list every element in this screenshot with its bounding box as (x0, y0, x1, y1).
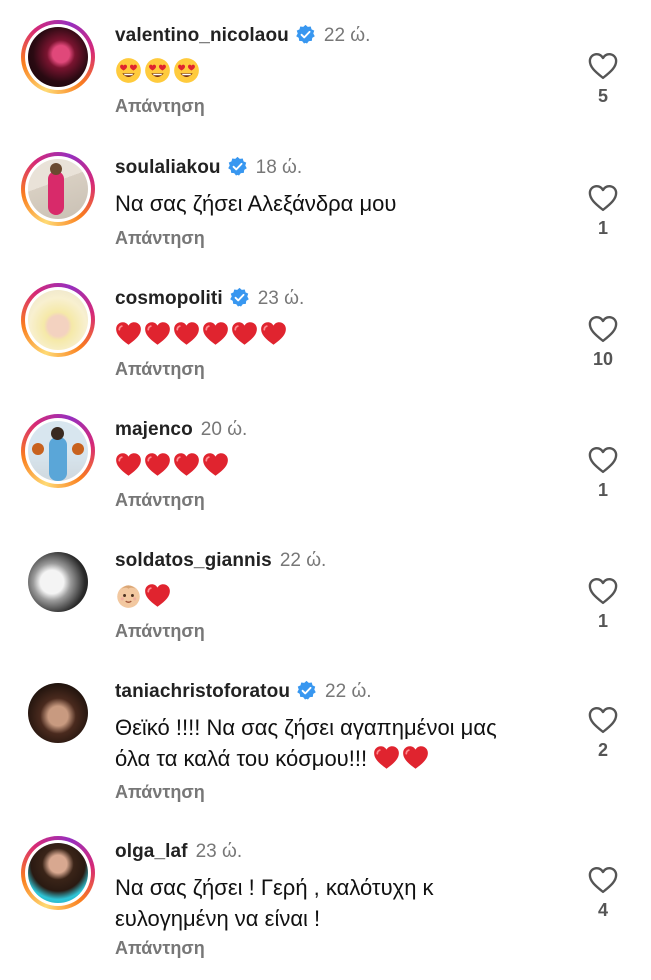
red-heart-emoji-icon (373, 744, 400, 771)
red-heart-emoji-icon (260, 320, 287, 347)
avatar[interactable] (21, 414, 95, 488)
timestamp: 22 ώ. (323, 25, 371, 46)
like-area: 5 (582, 52, 624, 107)
like-heart-icon[interactable] (588, 577, 618, 605)
like-area: 2 (582, 706, 624, 761)
comment-text-line: όλα τα καλά του κόσμου!!! (115, 743, 497, 774)
comment-text (115, 56, 202, 87)
comment-text (115, 450, 231, 481)
red-heart-emoji-icon (202, 451, 229, 478)
timestamp: 23 ώ. (257, 288, 305, 309)
avatar[interactable] (21, 152, 95, 226)
red-heart-emoji-icon (144, 582, 171, 609)
comment-text-line: Θεϊκό !!!! Να σας ζήσει αγαπημένοι μας (115, 715, 497, 740)
username[interactable]: cosmopoliti (115, 288, 223, 309)
username[interactable]: olga_laf (115, 841, 188, 862)
comment-text: Θεϊκό !!!! Να σας ζήσει αγαπημένοι μας ό… (115, 712, 497, 774)
verified-badge-icon (229, 287, 250, 308)
like-area: 1 (582, 184, 624, 239)
comment-text: Να σας ζήσει Αλεξάνδρα μου (115, 191, 397, 216)
comment-header: majenco 20 ώ. (115, 418, 247, 442)
avatar[interactable] (21, 676, 95, 750)
red-heart-emoji-icon (173, 320, 200, 347)
avatar[interactable] (21, 20, 95, 94)
comment-header: olga_laf 23 ώ. (115, 840, 242, 864)
username[interactable]: soldatos_giannis (115, 550, 272, 571)
like-area: 1 (582, 446, 624, 501)
verified-badge-icon (227, 156, 248, 177)
verified-badge-icon (296, 680, 317, 701)
reply-button[interactable]: Απάντηση (115, 96, 205, 117)
timestamp: 18 ώ. (255, 157, 303, 178)
comment-text (115, 319, 289, 350)
baby-emoji-icon (115, 582, 142, 609)
reply-button[interactable]: Απάντηση (115, 359, 205, 380)
comment-text-line: Να σας ζήσει ! Γερή , καλότυχη κ (115, 875, 434, 900)
comment-header: cosmopoliti 23 ώ. (115, 287, 304, 311)
timestamp: 23 ώ. (195, 841, 243, 862)
like-area: 1 (582, 577, 624, 632)
reply-button[interactable]: Απάντηση (115, 228, 205, 249)
like-heart-icon[interactable] (588, 706, 618, 734)
like-count: 10 (592, 349, 614, 369)
timestamp: 22 ώ. (279, 550, 327, 571)
like-count: 5 (597, 86, 608, 106)
red-heart-emoji-icon (144, 320, 171, 347)
like-count: 1 (597, 218, 608, 238)
like-area: 10 (582, 315, 624, 370)
comment-header: soldatos_giannis 22 ώ. (115, 549, 326, 573)
like-heart-icon[interactable] (588, 315, 618, 343)
like-area: 4 (582, 866, 624, 921)
username[interactable]: valentino_nicolaou (115, 25, 289, 46)
like-count: 1 (597, 611, 608, 631)
like-count: 4 (597, 900, 608, 920)
comment-text: Να σας ζήσει ! Γερή , καλότυχη κ ευλογημ… (115, 872, 434, 934)
username[interactable]: majenco (115, 419, 193, 440)
timestamp: 22 ώ. (325, 681, 372, 702)
reply-button[interactable]: Απάντηση (115, 621, 205, 642)
red-heart-emoji-icon (202, 320, 229, 347)
avatar[interactable] (21, 283, 95, 357)
comment-header: taniachristoforatou 22 ώ. (115, 680, 372, 704)
comment-text-line: ευλογημένη να είναι ! (115, 906, 321, 931)
like-count: 1 (597, 480, 608, 500)
comment-text-span: όλα τα καλά του κόσμου!!! (115, 746, 368, 771)
like-heart-icon[interactable] (588, 52, 618, 80)
username[interactable]: soulaliakou (115, 157, 221, 178)
comment-text (115, 581, 173, 612)
heart-eyes-emoji-icon (144, 57, 171, 84)
like-heart-icon[interactable] (588, 184, 618, 212)
reply-button[interactable]: Απάντηση (115, 782, 205, 803)
red-heart-emoji-icon (115, 451, 142, 478)
reply-button[interactable]: Απάντηση (115, 490, 205, 511)
avatar[interactable] (21, 836, 95, 910)
username[interactable]: taniachristoforatou (115, 681, 290, 702)
red-heart-emoji-icon (115, 320, 142, 347)
red-heart-emoji-icon (144, 451, 171, 478)
heart-eyes-emoji-icon (173, 57, 200, 84)
red-heart-emoji-icon (231, 320, 258, 347)
like-count: 2 (597, 740, 608, 760)
red-heart-emoji-icon (402, 744, 429, 771)
like-heart-icon[interactable] (588, 446, 618, 474)
avatar[interactable] (21, 545, 95, 619)
reply-button[interactable]: Απάντηση (115, 938, 205, 959)
like-heart-icon[interactable] (588, 866, 618, 894)
comment-header: soulaliakou 18 ώ. (115, 156, 302, 180)
red-heart-emoji-icon (173, 451, 200, 478)
timestamp: 20 ώ. (200, 419, 248, 440)
verified-badge-icon (295, 24, 316, 45)
heart-eyes-emoji-icon (115, 57, 142, 84)
comment-header: valentino_nicolaou 22 ώ. (115, 24, 370, 48)
